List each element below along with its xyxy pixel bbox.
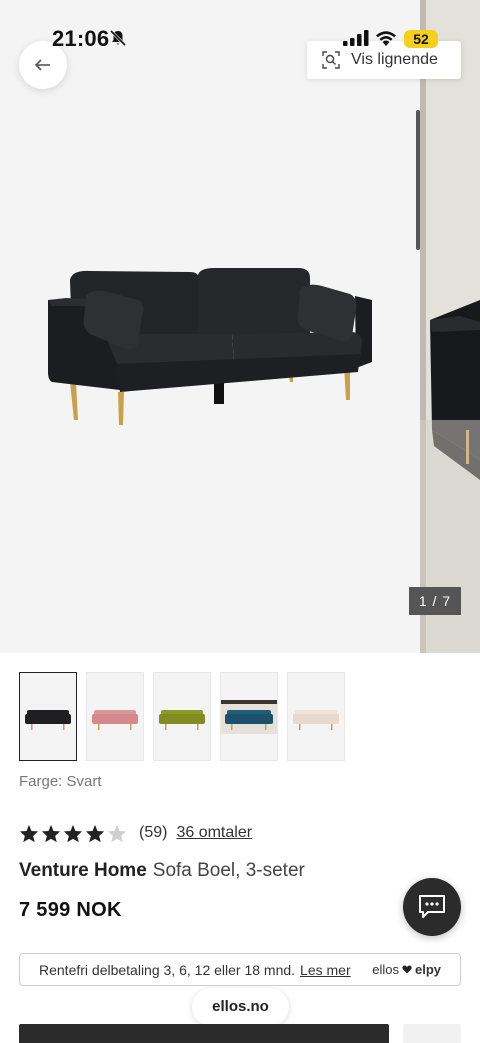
- thumbnail-pink[interactable]: [86, 672, 144, 761]
- favorite-button[interactable]: [403, 1024, 461, 1043]
- thumbnail-beige[interactable]: [287, 672, 345, 761]
- thumbnail-sofa: [92, 709, 138, 730]
- product-brand[interactable]: Venture Home: [19, 860, 147, 881]
- bell-off-icon: [109, 29, 127, 47]
- next-sofa-illustration: [420, 0, 480, 653]
- chat-bubble-icon: [419, 895, 445, 918]
- reviews-link[interactable]: 36 omtaler: [176, 824, 252, 842]
- thumbnail-black[interactable]: [19, 672, 77, 761]
- payment-logos: ellos elpy: [372, 962, 441, 977]
- thumbnail-green[interactable]: [153, 672, 211, 761]
- elpy-logo: elpy: [414, 962, 441, 977]
- image-scroll-indicator: [416, 110, 420, 250]
- chat-button[interactable]: [403, 878, 461, 936]
- wifi-icon: [376, 31, 396, 46]
- installment-banner[interactable]: Rentefri delbetaling 3, 6, 12 eller 18 m…: [19, 953, 461, 986]
- product-image[interactable]: [0, 0, 420, 653]
- rating-stars: [19, 824, 127, 843]
- sofa-illustration: [48, 268, 372, 425]
- product-title: Venture Home Sofa Boel, 3-seter: [19, 860, 305, 882]
- image-counter: 1 / 7: [409, 587, 461, 615]
- thumbnail-sofa: [293, 709, 339, 730]
- battery-icon: 52: [404, 30, 438, 48]
- thumbnail-strip: [19, 672, 345, 761]
- thumbnail-sofa: [221, 699, 277, 734]
- star-filled-icon: [41, 824, 61, 842]
- thumbnail-sofa: [159, 709, 205, 730]
- thumbnail-sofa: [25, 709, 71, 730]
- next-product-image[interactable]: [420, 0, 480, 653]
- product-name: Sofa Boel, 3-seter: [152, 860, 305, 881]
- browser-url-pill[interactable]: ellos.no: [192, 988, 289, 1026]
- status-bar: 21:06 52: [0, 0, 480, 62]
- ellos-logo: ellos: [372, 962, 399, 977]
- add-to-cart-button[interactable]: [19, 1024, 389, 1043]
- color-label: Farge: Svart: [19, 773, 102, 790]
- product-price: 7 599 NOK: [19, 899, 122, 921]
- heart-icon: [402, 965, 412, 974]
- rating-count: (59): [139, 824, 168, 841]
- star-filled-icon: [85, 824, 105, 842]
- status-time: 21:06: [52, 26, 110, 51]
- rating-row: (59) 36 omtaler: [19, 823, 252, 843]
- signal-icon: [343, 30, 369, 46]
- star-filled-icon: [19, 824, 39, 842]
- installment-read-more-link[interactable]: Les mer: [300, 962, 351, 978]
- installment-text: Rentefri delbetaling 3, 6, 12 eller 18 m…: [39, 961, 296, 978]
- star-filled-icon: [63, 824, 83, 842]
- star-empty-icon: [107, 824, 127, 842]
- thumbnail-blue[interactable]: [220, 672, 278, 761]
